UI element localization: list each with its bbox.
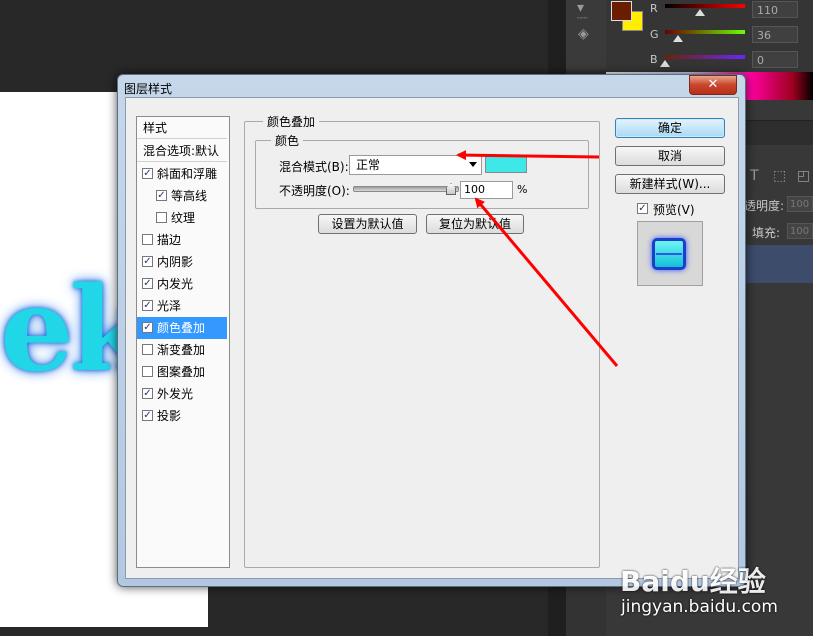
style-item[interactable]: ✓ 外发光 [137, 383, 227, 405]
opacity-input[interactable]: 100 [460, 181, 513, 199]
close-button[interactable]: ✕ [689, 75, 737, 95]
style-item-label: 颜色叠加 [157, 321, 206, 335]
style-item-checkbox[interactable] [142, 234, 153, 245]
dialog-title: 图层样式 [124, 82, 173, 96]
transform-icon[interactable]: ⬚ [773, 168, 786, 184]
chevron-down-icon[interactable] [469, 162, 477, 167]
style-item[interactable]: ✓ 等高线 [137, 185, 227, 207]
style-item-checkbox[interactable]: ✓ [142, 410, 153, 421]
channel-r-slider[interactable] [665, 4, 745, 8]
layers-fill-field[interactable]: 100 [787, 223, 813, 239]
selected-layer-row[interactable] [744, 245, 813, 283]
style-item-label: 光泽 [157, 299, 182, 313]
opacity-slider[interactable] [353, 186, 459, 192]
style-item-checkbox[interactable]: ✓ [142, 300, 153, 311]
color-group-title: 颜色 [271, 132, 304, 149]
style-item-label: 外发光 [157, 387, 194, 401]
style-item[interactable]: ✓ 光泽 [137, 295, 227, 317]
blend-mode-select[interactable]: 正常 [349, 155, 482, 175]
tool-column: ▾ ┈┈ ◈ [566, 0, 606, 70]
style-item[interactable]: ✓ 颜色叠加 [137, 317, 227, 339]
opacity-unit: % [517, 183, 528, 196]
style-item[interactable]: 渐变叠加 [137, 339, 227, 361]
text-tool-icon[interactable]: T [750, 168, 759, 184]
new-style-button[interactable]: 新建样式(W)... [615, 174, 725, 194]
watermark-url: jingyan.baidu.com [621, 597, 778, 617]
cancel-button[interactable]: 取消 [615, 146, 725, 166]
style-item[interactable]: ✓ 内阴影 [137, 251, 227, 273]
preview-checkbox-mark[interactable]: ✓ [637, 203, 648, 214]
channel-b-slider[interactable] [665, 55, 745, 59]
style-item-label: 内阴影 [157, 255, 194, 269]
style-item-checkbox[interactable]: ✓ [142, 322, 153, 333]
foreground-color-swatch[interactable] [611, 1, 632, 21]
style-item[interactable]: 纹理 [137, 207, 227, 229]
style-preview-divider [656, 253, 682, 255]
cube-icon[interactable]: ◈ [578, 26, 589, 42]
channel-b-value[interactable]: 0 [752, 51, 798, 68]
layers-opacity-label: 透明度: [744, 199, 785, 213]
style-item-label: 等高线 [171, 189, 208, 203]
preview-label: 预览(V) [653, 203, 695, 217]
style-item-label: 投影 [157, 409, 182, 423]
reset-default-button[interactable]: 复位为默认值 [426, 214, 524, 234]
style-item[interactable]: ✓ 内发光 [137, 273, 227, 295]
style-item-checkbox[interactable]: ✓ [142, 278, 153, 289]
style-item-checkbox[interactable]: ✓ [156, 190, 167, 201]
blend-mode-label: 混合模式(B): [279, 160, 349, 174]
opacity-label: 不透明度(O): [279, 184, 350, 198]
channel-g-label: G [650, 28, 659, 41]
style-item-checkbox[interactable]: ✓ [142, 388, 153, 399]
overlay-color-swatch[interactable] [485, 156, 527, 173]
style-item-label: 纹理 [171, 211, 196, 225]
preview-checkbox[interactable]: ✓ [637, 203, 650, 216]
ok-button[interactable]: 确定 [615, 118, 725, 138]
layer-icon[interactable]: ◰ [797, 168, 810, 184]
channel-r-value[interactable]: 110 [752, 1, 798, 18]
style-item[interactable]: ✓ 斜面和浮雕 [137, 163, 227, 185]
styles-header[interactable]: 样式 [137, 117, 227, 139]
style-item-checkbox[interactable] [142, 366, 153, 377]
style-item-label: 描边 [157, 233, 182, 247]
channel-r-thumb[interactable] [695, 9, 705, 16]
grip-icon: ┈┈ [577, 14, 588, 24]
layers-fill-label: 填充: [752, 226, 781, 240]
style-item-checkbox[interactable]: ✓ [142, 256, 153, 267]
blend-options-item[interactable]: 混合选项:默认 [137, 140, 227, 162]
channel-b-thumb[interactable] [660, 60, 670, 67]
channel-g-slider[interactable] [665, 30, 745, 34]
style-item-checkbox[interactable] [156, 212, 167, 223]
style-item-label: 渐变叠加 [157, 343, 206, 357]
style-item-label: 图案叠加 [157, 365, 206, 379]
style-item-label: 内发光 [157, 277, 194, 291]
channel-r-label: R [650, 2, 658, 15]
set-default-button[interactable]: 设置为默认值 [318, 214, 417, 234]
style-item-checkbox[interactable] [142, 344, 153, 355]
layers-opacity-field[interactable]: 100 [787, 196, 813, 212]
style-item[interactable]: 图案叠加 [137, 361, 227, 383]
channel-g-thumb[interactable] [673, 35, 683, 42]
channel-b-label: B [650, 53, 658, 66]
style-item[interactable]: 描边 [137, 229, 227, 251]
style-item-label: 斜面和浮雕 [157, 167, 218, 181]
style-item-checkbox[interactable]: ✓ [142, 168, 153, 179]
color-overlay-title: 颜色叠加 [263, 113, 320, 130]
style-item[interactable]: ✓ 投影 [137, 405, 227, 427]
baidu-logo: Baidu经验 [620, 565, 766, 598]
channel-g-value[interactable]: 36 [752, 26, 798, 43]
